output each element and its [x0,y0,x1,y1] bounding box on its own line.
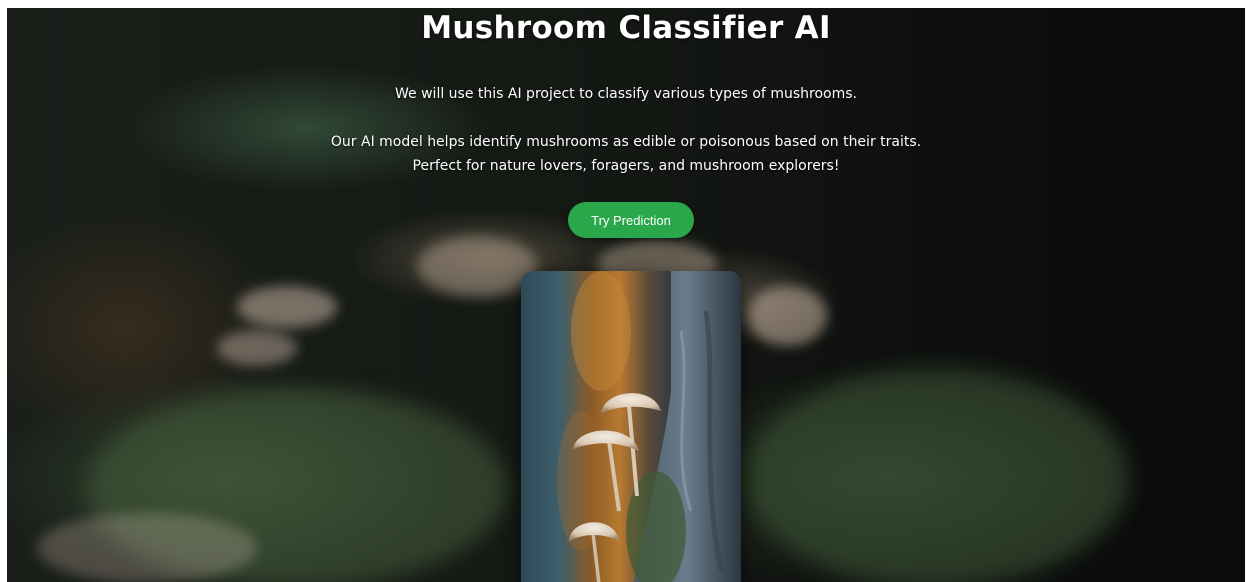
mushroom-photo-card [521,271,741,582]
page-title: Mushroom Classifier AI [421,10,831,46]
mushroom-bokeh [237,286,337,328]
mushroom-bokeh [747,286,827,346]
mushroom-photo [521,271,741,582]
mushroom-bokeh [37,513,257,582]
mushroom-bokeh [217,330,297,366]
description-text: Our AI model helps identify mushrooms as… [330,134,922,174]
mushroom-bokeh [417,236,537,296]
hero-section: Mushroom Classifier AI We will use this … [7,8,1245,582]
intro-text: We will use this AI project to classify … [395,86,857,102]
moss-blur [747,368,1127,582]
try-prediction-button[interactable]: Try Prediction [568,202,694,238]
